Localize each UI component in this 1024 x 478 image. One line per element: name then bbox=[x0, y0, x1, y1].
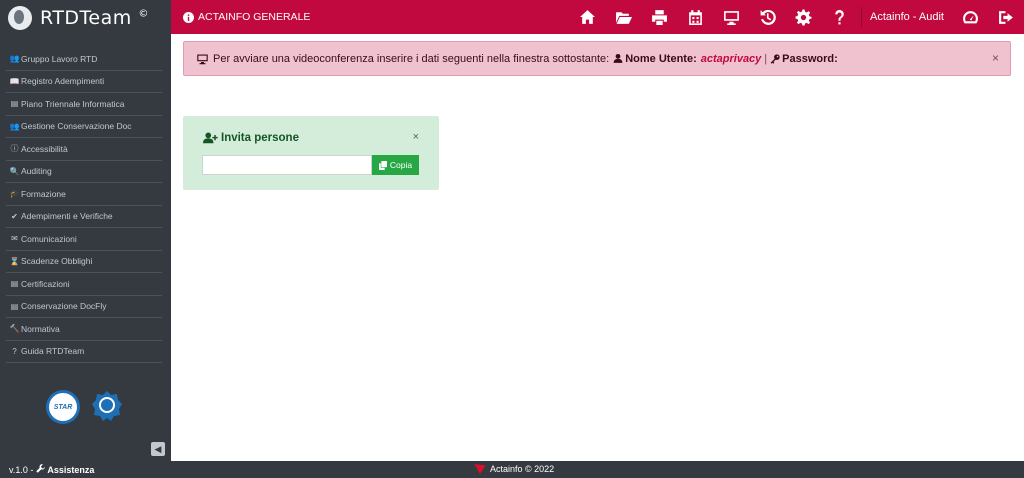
sidebar-item-comunicazioni[interactable]: ✉ Comunicazioni bbox=[6, 228, 162, 251]
sidebar-item-label: Gestione Conservazione Doc bbox=[21, 121, 132, 132]
user-icon bbox=[613, 53, 623, 63]
topbar: ACTAINFO GENERALE Actainfo - Audit bbox=[171, 0, 1024, 34]
password-label: Password: bbox=[782, 52, 838, 65]
sidebar-item-formazione[interactable]: 🎓 Formazione bbox=[6, 183, 162, 206]
info-circle-icon bbox=[183, 11, 194, 23]
invite-title: Invita persone bbox=[203, 132, 299, 144]
footer: v.1.0 - Assistenza Actainfo © 2022 bbox=[0, 461, 1024, 478]
main-content: Per avviare una videoconferenza inserire… bbox=[171, 34, 1024, 461]
sidebar-item-label: Scadenze Obblighi bbox=[21, 256, 93, 267]
sidebar-item-normativa[interactable]: 🔨 Normativa bbox=[6, 318, 162, 341]
close-icon[interactable]: × bbox=[413, 131, 419, 143]
file-icon: ▤ bbox=[10, 279, 19, 289]
page-title: ACTAINFO GENERALE bbox=[183, 11, 310, 23]
gear-icon[interactable] bbox=[785, 0, 821, 34]
folder-open-icon[interactable] bbox=[605, 0, 641, 34]
sidebar-item-conservazione-docfly[interactable]: ▤ Conservazione DocFly bbox=[6, 296, 162, 318]
alert-message: Per avviare una videoconferenza inserire… bbox=[213, 52, 610, 65]
logo-text: RTDTeam © bbox=[40, 7, 149, 29]
users-icon: 👥 bbox=[9, 121, 20, 131]
users-icon: 👥 bbox=[9, 54, 20, 64]
wrench-icon bbox=[36, 464, 45, 473]
brand-logo[interactable]: RTDTeam © bbox=[0, 0, 171, 36]
monitor-icon[interactable] bbox=[713, 0, 749, 34]
question-icon: ? bbox=[12, 346, 17, 356]
sidebar-item-guida-rtdteam[interactable]: ? Guida RTDTeam bbox=[6, 341, 162, 363]
sidebar-item-scadenze-obblighi[interactable]: ⌛ Scadenze Obblighi bbox=[6, 251, 162, 273]
sidebar-item-adempimenti-e-verifiche[interactable]: ✔ Adempimenti e Verifiche bbox=[6, 206, 162, 228]
sidebar-nav: 👥 Gruppo Lavoro RTD 📖 Registro Adempimenti ▤… bbox=[0, 48, 171, 363]
copy-icon bbox=[378, 160, 387, 170]
topbar-divider bbox=[861, 7, 862, 27]
sidebar-item-label: Formazione bbox=[21, 188, 66, 199]
sidebar-item-label: Gruppo Lavoro RTD bbox=[21, 53, 98, 64]
sidebar-collapse-button[interactable]: ◀ bbox=[151, 442, 165, 456]
logout-icon[interactable] bbox=[988, 0, 1024, 34]
home-icon[interactable] bbox=[569, 0, 605, 34]
sidebar-item-label: Certificazioni bbox=[21, 278, 70, 289]
sidebar-item-label: Auditing bbox=[21, 166, 52, 177]
invite-card: Invita persone × Copia bbox=[183, 116, 439, 190]
info-icon: ⓘ bbox=[10, 144, 19, 154]
dashboard-icon[interactable] bbox=[952, 0, 988, 34]
book-icon: 📖 bbox=[9, 76, 20, 86]
sidebar-item-label: Normativa bbox=[21, 323, 60, 334]
footer-copyright: Actainfo © 2022 bbox=[474, 464, 554, 474]
star-badge: STAR bbox=[46, 390, 80, 424]
search-icon: 🔍 bbox=[9, 166, 20, 176]
sidebar-item-gruppo-lavoro-rtd[interactable]: 👥 Gruppo Lavoro RTD bbox=[6, 48, 162, 71]
sidebar: RTDTeam © 👥 Gruppo Lavoro RTD 📖 Registro Ad… bbox=[0, 0, 171, 478]
history-icon[interactable] bbox=[749, 0, 785, 34]
topbar-actions: Actainfo - Audit bbox=[569, 0, 1024, 34]
user-plus-icon bbox=[203, 132, 218, 144]
badges: STAR bbox=[46, 390, 122, 424]
sidebar-item-registro-adempimenti[interactable]: 📖 Registro Adempimenti bbox=[6, 71, 162, 93]
logo-icon bbox=[8, 6, 32, 30]
assistance-link[interactable]: Assistenza bbox=[47, 465, 94, 475]
sidebar-item-label: Registro Adempimenti bbox=[21, 76, 105, 87]
sidebar-item-label: Conservazione DocFly bbox=[21, 301, 107, 312]
videoconference-alert: Per avviare una videoconferenza inserire… bbox=[183, 41, 1011, 76]
sidebar-item-auditing[interactable]: 🔍 Auditing bbox=[6, 161, 162, 183]
monitor-icon bbox=[197, 54, 208, 64]
close-icon[interactable]: × bbox=[992, 51, 999, 65]
question-icon[interactable] bbox=[821, 0, 857, 34]
envelope-icon: ✉ bbox=[11, 234, 18, 244]
copy-button[interactable]: Copia bbox=[372, 155, 419, 175]
agid-badge-icon bbox=[92, 390, 122, 424]
sidebar-item-gestione-conservazione-doc[interactable]: 👥 Gestione Conservazione Doc bbox=[6, 116, 162, 138]
sidebar-item-accessibilit[interactable]: ⓘ Accessibilità bbox=[6, 138, 162, 161]
sidebar-item-label: Piano Triennale Informatica bbox=[21, 98, 125, 109]
sidebar-item-label: Adempimenti e Verifiche bbox=[21, 211, 113, 222]
sidebar-item-piano-triennale-informatica[interactable]: ▤ Piano Triennale Informatica bbox=[6, 93, 162, 116]
sidebar-item-label: Guida RTDTeam bbox=[21, 346, 85, 357]
key-icon bbox=[770, 53, 780, 64]
check-icon: ✔ bbox=[11, 211, 18, 221]
username-label: Nome Utente: bbox=[625, 52, 697, 65]
document-icon: ▤ bbox=[10, 99, 19, 109]
alert-separator: | bbox=[764, 52, 768, 65]
hourglass-icon: ⌛ bbox=[9, 256, 20, 266]
sidebar-item-label: Accessibilità bbox=[21, 143, 68, 154]
user-name[interactable]: Actainfo - Audit bbox=[870, 11, 944, 23]
sidebar-item-label: Comunicazioni bbox=[21, 233, 77, 244]
footer-version: v.1.0 - Assistenza bbox=[9, 464, 95, 475]
gavel-icon: 🔨 bbox=[9, 324, 20, 334]
sidebar-item-certificazioni[interactable]: ▤ Certificazioni bbox=[6, 273, 162, 296]
username-value: actaprivacy bbox=[700, 52, 762, 65]
calendar-icon[interactable] bbox=[677, 0, 713, 34]
archive-icon: ▤ bbox=[10, 301, 19, 311]
actainfo-logo-icon bbox=[474, 464, 486, 474]
invite-link-input[interactable] bbox=[202, 155, 372, 175]
graduation-cap-icon: 🎓 bbox=[9, 189, 20, 199]
print-icon[interactable] bbox=[641, 0, 677, 34]
